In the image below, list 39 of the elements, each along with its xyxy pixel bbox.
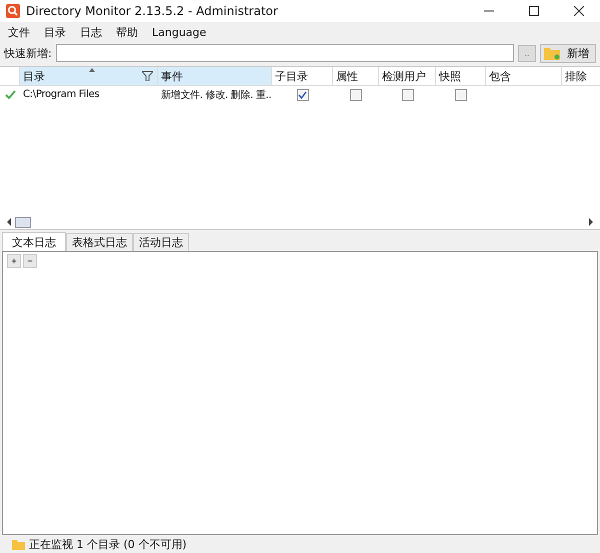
column-header[interactable]: 检测用户 xyxy=(379,67,436,85)
checkbox[interactable] xyxy=(350,88,362,100)
log-button[interactable]: + xyxy=(7,254,21,268)
column-header[interactable]: 属性 xyxy=(333,67,379,85)
window-title: Directory Monitor 2.13.5.2 - Administrator xyxy=(26,4,278,18)
folder-icon xyxy=(12,538,25,550)
maximize-icon[interactable] xyxy=(529,6,539,16)
add-button[interactable]: 新增 xyxy=(540,44,596,62)
checkbox[interactable] xyxy=(296,88,308,100)
column-header[interactable]: 事件 xyxy=(158,67,272,85)
table-cell-text: 新增文件. 修改. 删除. 重.. xyxy=(160,88,272,102)
scroll-left-icon[interactable] xyxy=(6,218,12,226)
filter-icon[interactable] xyxy=(142,71,153,81)
column-header[interactable]: 排除 xyxy=(562,67,600,85)
sort-arrow-icon xyxy=(88,68,94,72)
scroll-right-icon[interactable] xyxy=(588,218,594,226)
quick-add-label: 快速新增: xyxy=(4,46,52,60)
status-text: 正在监视 1 个目录 (0 个不可用) xyxy=(29,536,187,552)
column-header[interactable]: 快照 xyxy=(436,67,486,85)
table-cell-text: C:\Program Files xyxy=(22,89,100,100)
menu-item[interactable]: 文件 xyxy=(8,24,30,40)
folder-icon xyxy=(544,46,560,60)
log-tab[interactable]: 文本日志 xyxy=(2,232,66,251)
menu-item[interactable]: Language xyxy=(152,26,206,38)
column-header[interactable]: 包含 xyxy=(486,67,562,85)
log-tab[interactable]: 表格式日志 xyxy=(66,233,133,251)
menu-item[interactable]: 帮助 xyxy=(116,24,138,40)
close-icon[interactable] xyxy=(574,6,584,16)
column-header[interactable]: 目录 xyxy=(20,67,158,85)
checkbox[interactable] xyxy=(402,88,414,100)
checkbox[interactable] xyxy=(455,88,467,100)
app-search-icon xyxy=(6,4,20,18)
log-button[interactable]: − xyxy=(23,254,37,268)
column-header[interactable]: 子目录 xyxy=(272,67,333,85)
menu-item[interactable]: 日志 xyxy=(80,24,102,40)
log-tab[interactable]: 活动日志 xyxy=(133,233,189,251)
scrollbar-thumb[interactable] xyxy=(15,216,31,228)
menu-item[interactable]: 目录 xyxy=(44,24,66,40)
quick-add-field[interactable] xyxy=(56,44,514,62)
